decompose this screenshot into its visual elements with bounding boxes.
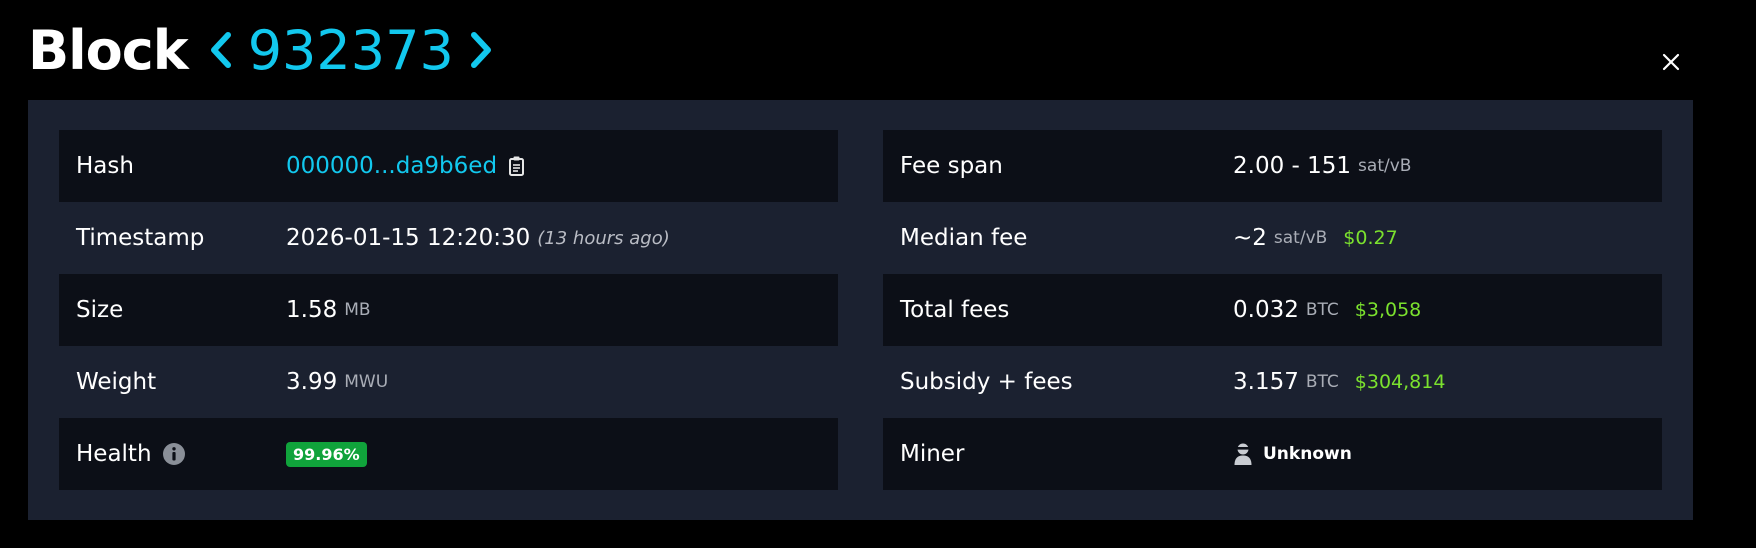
chevron-right-icon: [470, 32, 491, 68]
health-label: Health: [76, 441, 152, 467]
close-icon: [1662, 53, 1680, 71]
timestamp-datetime: 2026-01-15 12:20:30: [286, 225, 531, 251]
fee-span-row: Fee span 2.00 - 151 sat/vB: [883, 130, 1662, 202]
block-height: 932373: [247, 18, 454, 82]
size-number: 1.58: [286, 297, 338, 323]
timestamp-label: Timestamp: [76, 225, 205, 251]
hash-row: Hash 000000...da9b6ed: [59, 130, 838, 202]
page-title: Block 932373: [28, 14, 504, 86]
fee-span-value: 2.00 - 151 sat/vB: [1233, 153, 1411, 179]
total-fees-label: Total fees: [900, 297, 1010, 323]
total-fees-row: Total fees 0.032 BTC $3,058: [883, 274, 1662, 346]
median-fee-value: ~2 sat/vB $0.27: [1233, 225, 1398, 251]
timestamp-row: Timestamp 2026-01-15 12:20:30 (13 hours …: [59, 202, 838, 274]
next-block-button[interactable]: [464, 25, 498, 75]
total-fees-value: 0.032 BTC $3,058: [1233, 297, 1421, 323]
total-fees-unit: BTC: [1305, 300, 1339, 320]
miner-name[interactable]: Unknown: [1263, 444, 1352, 464]
size-value: 1.58 MB: [286, 297, 371, 323]
page-title-text: Block: [28, 18, 189, 82]
miner-value[interactable]: Unknown: [1233, 442, 1352, 466]
size-unit: MB: [344, 300, 371, 320]
median-fee-number: ~2: [1233, 225, 1267, 251]
miner-row: Miner Unknown: [883, 418, 1662, 490]
hash-value: 000000...da9b6ed: [286, 153, 527, 179]
size-label: Size: [76, 297, 124, 323]
block-details-panel: Hash 000000...da9b6ed Timestamp 2026-01-…: [28, 100, 1693, 520]
block-details-left-column: Hash 000000...da9b6ed Timestamp 2026-01-…: [59, 130, 838, 490]
median-fee-row: Median fee ~2 sat/vB $0.27: [883, 202, 1662, 274]
health-row: Health 99.96%: [59, 418, 838, 490]
previous-block-button[interactable]: [204, 25, 238, 75]
subsidy-fees-fiat: $304,814: [1354, 371, 1446, 393]
size-row: Size 1.58 MB: [59, 274, 838, 346]
block-hash-link[interactable]: 000000...da9b6ed: [286, 153, 497, 179]
timestamp-relative: (13 hours ago): [537, 227, 670, 249]
subsidy-fees-unit: BTC: [1305, 372, 1339, 392]
block-details-right-column: Fee span 2.00 - 151 sat/vB Median fee ~2…: [883, 130, 1662, 490]
median-fee-fiat: $0.27: [1343, 227, 1398, 249]
health-value: 99.96%: [286, 441, 367, 467]
total-fees-fiat: $3,058: [1354, 299, 1422, 321]
fee-span-label: Fee span: [900, 153, 1003, 179]
median-fee-unit: sat/vB: [1273, 228, 1328, 248]
subsidy-fees-label: Subsidy + fees: [900, 369, 1073, 395]
subsidy-fees-row: Subsidy + fees 3.157 BTC $304,814: [883, 346, 1662, 418]
miner-label: Miner: [900, 441, 965, 467]
info-circle-icon[interactable]: [162, 442, 186, 466]
close-button[interactable]: [1655, 46, 1687, 78]
weight-value: 3.99 MWU: [286, 369, 388, 395]
health-badge: 99.96%: [286, 441, 367, 467]
subsidy-fees-value: 3.157 BTC $304,814: [1233, 369, 1445, 395]
weight-number: 3.99: [286, 369, 338, 395]
subsidy-fees-number: 3.157: [1233, 369, 1299, 395]
median-fee-label: Median fee: [900, 225, 1028, 251]
health-label-group: Health: [59, 441, 286, 467]
user-icon: [1233, 442, 1253, 466]
weight-unit: MWU: [344, 372, 389, 392]
weight-row: Weight 3.99 MWU: [59, 346, 838, 418]
weight-label: Weight: [76, 369, 157, 395]
fee-span-range: 2.00 - 151: [1233, 153, 1352, 179]
clipboard-copy-icon[interactable]: [507, 155, 527, 177]
chevron-left-icon: [210, 32, 231, 68]
total-fees-number: 0.032: [1233, 297, 1299, 323]
timestamp-value: 2026-01-15 12:20:30 (13 hours ago): [286, 225, 670, 251]
fee-span-unit: sat/vB: [1358, 156, 1412, 176]
hash-label: Hash: [76, 153, 134, 179]
